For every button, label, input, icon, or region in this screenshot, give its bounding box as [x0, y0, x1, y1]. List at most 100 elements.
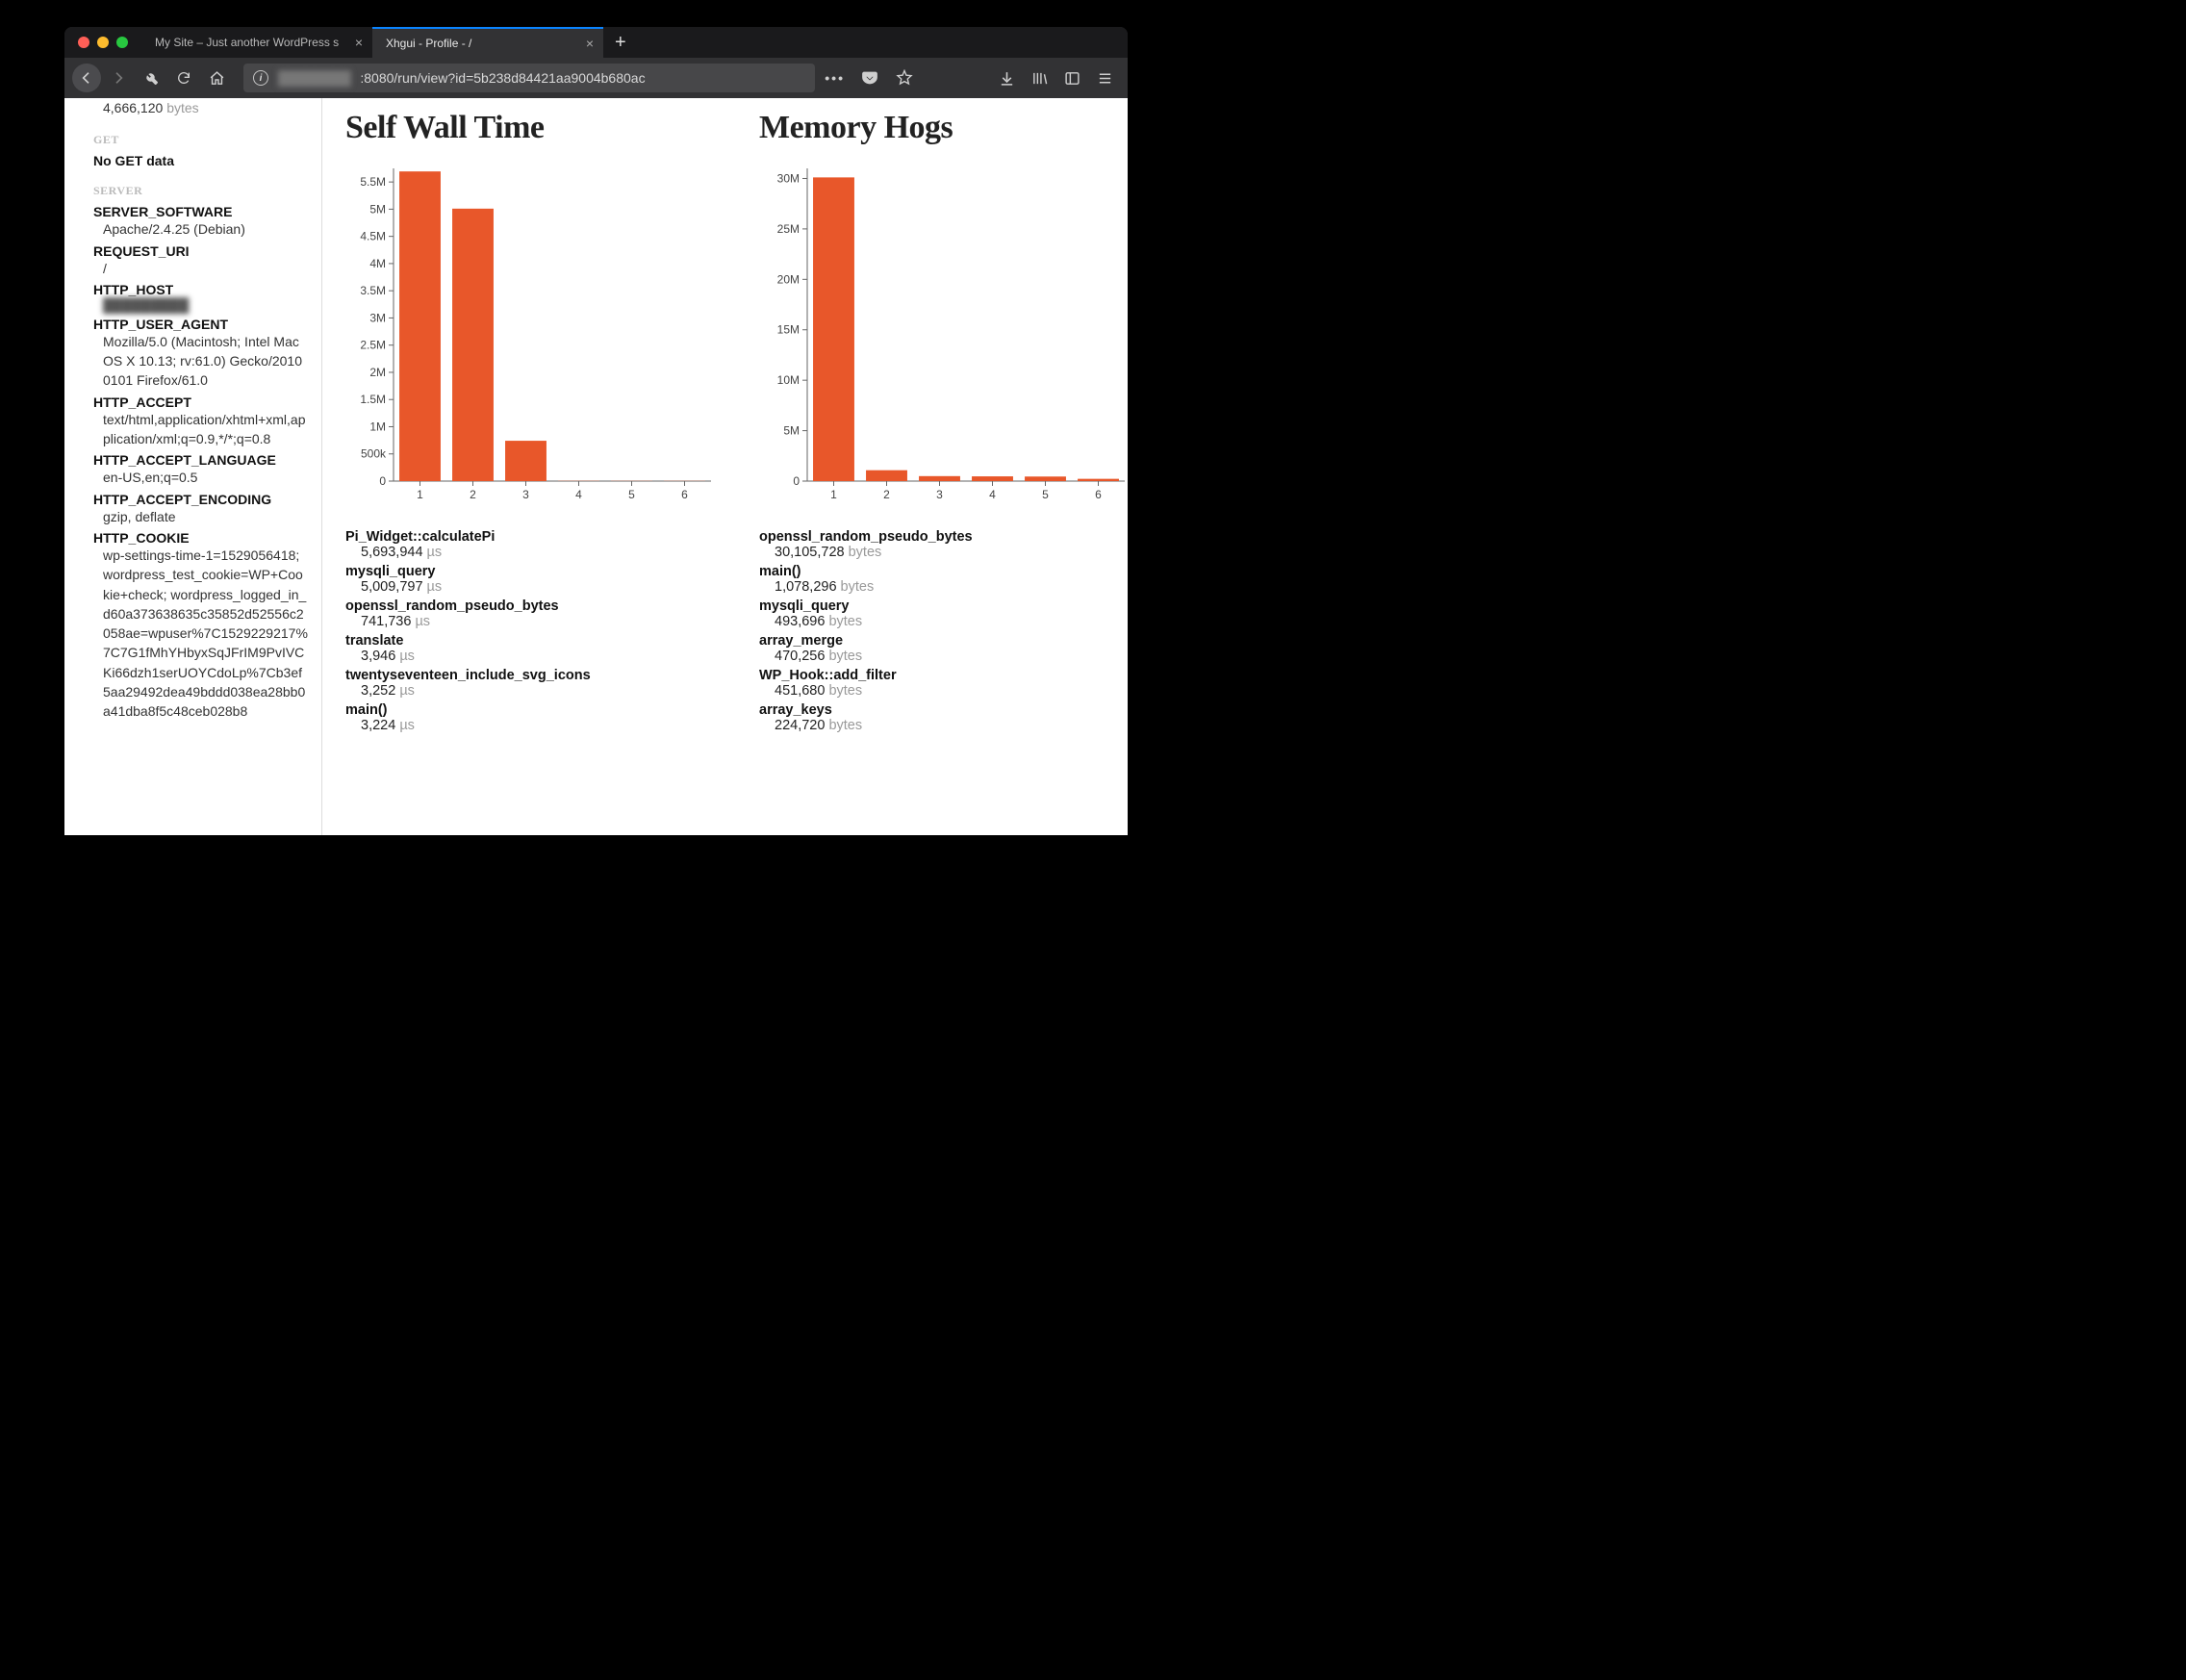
close-window-button[interactable]	[78, 37, 89, 48]
list-item-name[interactable]: WP_Hook::add_filter	[759, 668, 1125, 683]
site-info-icon[interactable]: i	[253, 70, 268, 86]
devtools-button[interactable]	[136, 63, 166, 93]
url-bar[interactable]: i ████████ :8080/run/view?id=5b238d84421…	[243, 64, 815, 92]
svg-text:3: 3	[936, 488, 943, 501]
list-item-name[interactable]: Pi_Widget::calculatePi	[345, 529, 721, 545]
self-wall-time-chart: 0500k1M1.5M2M2.5M3M3.5M4M4.5M5M5.5M12345…	[345, 164, 721, 510]
memory-hogs-list: openssl_random_pseudo_bytes30,105,728 by…	[759, 529, 1125, 733]
svg-text:25M: 25M	[777, 222, 800, 236]
svg-text:500k: 500k	[361, 447, 387, 461]
server-key: HTTP_ACCEPT	[93, 395, 308, 410]
svg-text:4: 4	[989, 488, 996, 501]
svg-text:1M: 1M	[369, 420, 386, 433]
pocket-button[interactable]	[854, 63, 885, 93]
svg-text:6: 6	[1095, 488, 1102, 501]
downloads-button[interactable]	[991, 63, 1022, 93]
back-button[interactable]	[72, 64, 101, 92]
list-item-value: 3,224 µs	[345, 718, 721, 733]
memory-hogs-heading: Memory Hogs	[759, 110, 1125, 146]
new-tab-button[interactable]: +	[603, 32, 638, 54]
list-item-value: 5,009,797 µs	[345, 579, 721, 595]
svg-text:3: 3	[522, 488, 529, 501]
svg-text:1.5M: 1.5M	[360, 393, 386, 406]
server-key: HTTP_ACCEPT_ENCODING	[93, 492, 308, 507]
svg-text:1: 1	[417, 488, 423, 501]
url-path: :8080/run/view?id=5b238d84421aa9004b680a…	[360, 70, 645, 86]
list-item-name[interactable]: twentyseventeen_include_svg_icons	[345, 668, 721, 683]
tab-bar: My Site – Just another WordPress s × Xhg…	[64, 27, 1128, 58]
svg-text:5M: 5M	[783, 424, 800, 438]
memory-hogs-panel: Memory Hogs 05M10M15M20M25M30M123456 ope…	[759, 110, 1125, 835]
main-panels: Self Wall Time 0500k1M1.5M2M2.5M3M3.5M4M…	[322, 98, 1128, 835]
svg-text:4.5M: 4.5M	[360, 230, 386, 243]
sidebar-button[interactable]	[1056, 63, 1087, 93]
server-heading: SERVER	[93, 184, 308, 198]
list-item-name[interactable]: mysqli_query	[345, 564, 721, 579]
home-button[interactable]	[201, 63, 232, 93]
sidebar-top-value: 4,666,120	[103, 100, 163, 115]
list-item-name[interactable]: openssl_random_pseudo_bytes	[345, 598, 721, 614]
list-item-value: 5,693,944 µs	[345, 545, 721, 560]
self-wall-time-list: Pi_Widget::calculatePi5,693,944 µsmysqli…	[345, 529, 721, 733]
list-item-name[interactable]: main()	[759, 564, 1125, 579]
svg-text:5: 5	[628, 488, 635, 501]
server-key: HTTP_USER_AGENT	[93, 317, 308, 332]
svg-text:5.5M: 5.5M	[360, 175, 386, 189]
server-value: █████████	[93, 297, 308, 313]
list-item-name[interactable]: array_merge	[759, 633, 1125, 649]
server-value: wp-settings-time-1=1529056418; wordpress…	[93, 546, 308, 722]
svg-text:10M: 10M	[777, 373, 800, 387]
memory-hogs-chart: 05M10M15M20M25M30M123456	[759, 164, 1125, 510]
tab-wordpress[interactable]: My Site – Just another WordPress s ×	[141, 27, 372, 58]
svg-text:0: 0	[793, 474, 800, 488]
svg-text:0: 0	[379, 474, 386, 488]
get-heading: GET	[93, 133, 308, 147]
svg-text:6: 6	[681, 488, 688, 501]
server-value: text/html,application/xhtml+xml,applicat…	[93, 410, 308, 449]
library-button[interactable]	[1024, 63, 1055, 93]
list-item-name[interactable]: openssl_random_pseudo_bytes	[759, 529, 1125, 545]
svg-text:1: 1	[830, 488, 837, 501]
minimize-window-button[interactable]	[97, 37, 109, 48]
svg-text:2: 2	[470, 488, 476, 501]
list-item-value: 1,078,296 bytes	[759, 579, 1125, 595]
maximize-window-button[interactable]	[116, 37, 128, 48]
tab-xhgui[interactable]: Xhgui - Profile - / ×	[372, 27, 603, 58]
server-value: Apache/2.4.25 (Debian)	[93, 219, 308, 239]
server-key: HTTP_HOST	[93, 282, 308, 297]
list-item-value: 451,680 bytes	[759, 683, 1125, 699]
page-actions-button[interactable]: •••	[819, 70, 851, 86]
svg-text:2M: 2M	[369, 366, 386, 379]
url-host-obscured: ████████	[278, 70, 350, 86]
list-item-value: 493,696 bytes	[759, 614, 1125, 629]
bookmark-button[interactable]	[889, 63, 920, 93]
browser-window: My Site – Just another WordPress s × Xhg…	[64, 27, 1128, 835]
page-content: 4,666,120 bytes GET No GET data SERVER S…	[64, 98, 1128, 835]
menu-button[interactable]	[1089, 63, 1120, 93]
server-value: Mozilla/5.0 (Macintosh; Intel Mac OS X 1…	[93, 332, 308, 391]
list-item-name[interactable]: mysqli_query	[759, 598, 1125, 614]
list-item-value: 741,736 µs	[345, 614, 721, 629]
forward-button[interactable]	[103, 63, 134, 93]
svg-text:2: 2	[883, 488, 890, 501]
list-item-name[interactable]: main()	[345, 702, 721, 718]
svg-text:4: 4	[575, 488, 582, 501]
server-key: HTTP_ACCEPT_LANGUAGE	[93, 452, 308, 468]
svg-text:5M: 5M	[369, 202, 386, 216]
svg-text:3.5M: 3.5M	[360, 284, 386, 297]
tab-title: Xhgui - Profile - /	[386, 37, 578, 50]
list-item-value: 470,256 bytes	[759, 649, 1125, 664]
server-value: /	[93, 259, 308, 278]
close-tab-icon[interactable]: ×	[586, 37, 594, 50]
list-item-value: 3,252 µs	[345, 683, 721, 699]
list-item-name[interactable]: array_keys	[759, 702, 1125, 718]
close-tab-icon[interactable]: ×	[355, 36, 363, 49]
list-item-name[interactable]: translate	[345, 633, 721, 649]
list-item-value: 30,105,728 bytes	[759, 545, 1125, 560]
server-key: HTTP_COOKIE	[93, 530, 308, 546]
svg-text:30M: 30M	[777, 171, 800, 185]
svg-text:20M: 20M	[777, 272, 800, 286]
reload-button[interactable]	[168, 63, 199, 93]
self-wall-time-panel: Self Wall Time 0500k1M1.5M2M2.5M3M3.5M4M…	[345, 110, 721, 835]
toolbar: i ████████ :8080/run/view?id=5b238d84421…	[64, 58, 1128, 98]
